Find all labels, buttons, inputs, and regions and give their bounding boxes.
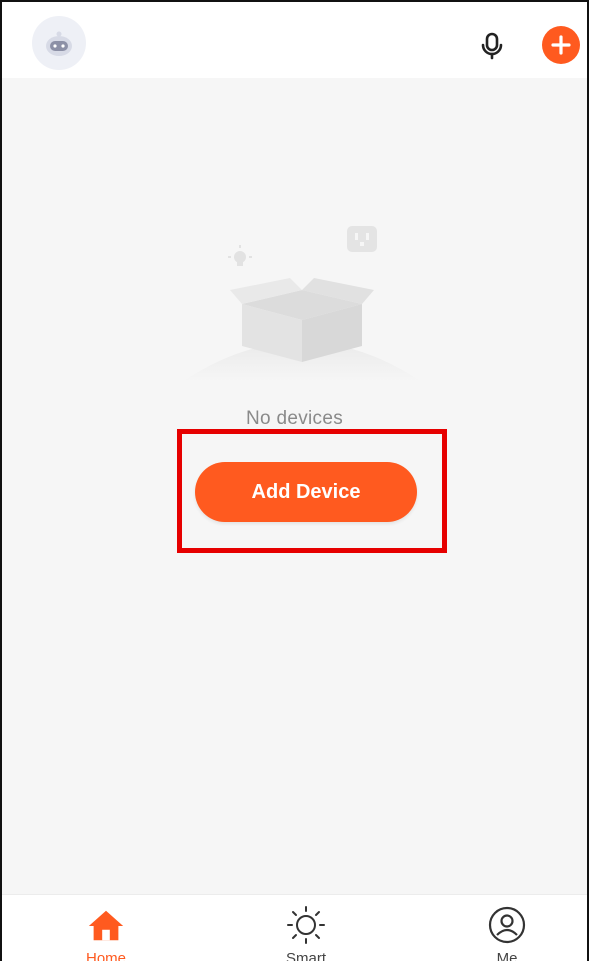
sun-icon	[286, 905, 326, 945]
robot-avatar-icon[interactable]	[32, 16, 86, 70]
socket-icon	[347, 226, 377, 252]
top-bar	[2, 2, 587, 78]
tab-home-label: Home	[85, 950, 126, 961]
app-screen: No devices Add Device Home Smart Me	[0, 0, 589, 961]
tab-home[interactable]: Home	[56, 905, 156, 961]
no-devices-message: No devices	[246, 408, 343, 429]
tab-me[interactable]: Me	[457, 905, 557, 961]
bottom-tab-bar: Home Smart Me	[2, 894, 587, 961]
tab-me-label: Me	[496, 950, 518, 961]
empty-box-illustration	[172, 212, 432, 392]
tab-smart-label: Smart	[285, 950, 326, 961]
plus-icon	[551, 35, 571, 55]
user-icon	[487, 905, 527, 945]
add-plus-button[interactable]	[542, 26, 580, 64]
home-icon	[86, 905, 126, 945]
add-device-button[interactable]: Add Device	[195, 462, 417, 522]
bulb-icon	[228, 245, 252, 266]
tab-smart[interactable]: Smart	[256, 905, 356, 961]
microphone-icon[interactable]	[474, 28, 510, 64]
